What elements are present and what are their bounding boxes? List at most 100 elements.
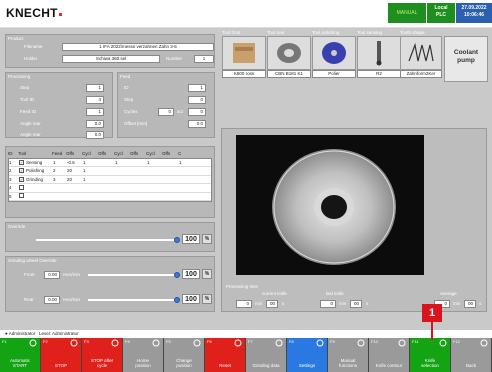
fkey-label: Back xyxy=(465,363,476,368)
control-local: Local xyxy=(434,5,448,11)
fkey-f11[interactable]: F11 Knife selection xyxy=(410,338,451,372)
fkey-number: F8 xyxy=(289,339,294,344)
rear-label: Rear xyxy=(24,297,34,302)
fkey-f8[interactable]: F8 Settings xyxy=(287,338,328,372)
tool-polishing[interactable]: Tool polishing Polier xyxy=(312,30,356,78)
fkey-number: F9 xyxy=(330,339,335,344)
tool-table-row[interactable]: 5 xyxy=(9,193,211,201)
tool-sensing[interactable]: Tool sensing R2 xyxy=(357,30,401,78)
fkey-icon xyxy=(193,339,201,347)
feed-panel: Feed ID 1 Step 0 Cycles 0 act 0 Offset [… xyxy=(117,72,215,138)
tool-table-cell[interactable]: 2 xyxy=(53,168,67,173)
holder-field[interactable]: Schiwa 360.sel xyxy=(62,55,160,63)
tool-enabled-checkbox[interactable] xyxy=(19,184,24,190)
override-track[interactable] xyxy=(36,239,176,241)
processing-time-title: Processing time xyxy=(226,284,259,289)
act-field[interactable]: 0 xyxy=(188,108,206,116)
current-s-field: 00 xyxy=(266,300,278,308)
tool-name: Grinding xyxy=(26,176,44,182)
rear-knob[interactable] xyxy=(174,297,180,303)
offset-field[interactable]: 0.0 xyxy=(188,120,206,128)
angle-rear-field[interactable]: 0.0 xyxy=(86,120,104,128)
last-s-field: 00 xyxy=(350,300,362,308)
tool-table-row[interactable]: 3 ✓ Grinding 3 20 1 xyxy=(9,176,211,184)
tool-enabled-checkbox[interactable]: ✓ xyxy=(19,168,24,174)
last-knife-label: last knife xyxy=(326,291,344,296)
fkey-f5[interactable]: F5 Change position xyxy=(164,338,205,372)
tool-table-cell[interactable]: 20 xyxy=(67,177,83,182)
fkey-f10[interactable]: F10 Knife contour xyxy=(369,338,410,372)
step-field[interactable]: 1 xyxy=(86,84,104,92)
rear-speed-field: 0.00 xyxy=(44,296,60,304)
angle-rear2-field[interactable]: 0.0 xyxy=(86,131,104,139)
fkey-f9[interactable]: F9 Manual functions xyxy=(328,338,369,372)
fkey-label: Settings xyxy=(298,363,316,368)
feed-step-field[interactable]: 0 xyxy=(188,96,206,104)
tool-table-id: 5 xyxy=(9,193,12,199)
rear-track[interactable] xyxy=(88,299,178,301)
coolant-pump-button[interactable]: Coolant pump xyxy=(444,36,488,82)
tool-table-cell[interactable]: 1 xyxy=(147,160,163,165)
tool-table-cell[interactable]: 20 xyxy=(67,168,83,173)
tool-table-header-cell: Offs xyxy=(98,150,107,156)
tool-table-cell[interactable]: 1 xyxy=(83,168,99,173)
tool-enabled-checkbox[interactable] xyxy=(19,193,24,199)
act-label: act xyxy=(177,109,184,114)
tool-table-cell[interactable]: 1 xyxy=(83,160,99,165)
fkey-f6[interactable]: F6 Reset xyxy=(205,338,246,372)
callout-line xyxy=(431,322,433,340)
fkey-icon xyxy=(275,339,283,347)
avg-min-unit: min xyxy=(453,301,461,306)
filename-field[interactable]: 1 IFA 2022\messe verzahnen Zahn 3-5 xyxy=(62,43,214,51)
tooth-shape[interactable]: Tooth shape Zahnform2Ker xyxy=(400,30,442,78)
front-value[interactable]: 100 xyxy=(182,269,200,279)
tool-enabled-checkbox[interactable]: ✓ xyxy=(19,159,24,165)
tool-table-cell[interactable]: 1 xyxy=(53,160,67,165)
fkey-icon xyxy=(357,339,365,347)
product-panel: Product Filename 1 IFA 2022\messe verzah… xyxy=(5,34,215,68)
feed-id-label: ID xyxy=(124,85,129,90)
tool-table-row[interactable]: 4 xyxy=(9,184,211,193)
fkey-f3[interactable]: F3 STOP after cycle xyxy=(82,338,123,372)
tool-enabled-checkbox[interactable]: ✓ xyxy=(19,176,24,182)
tooth-shape-image xyxy=(400,36,442,70)
tool-table-row[interactable]: 1 ✓ Sensing 1 -0.6 1 1 1 1 xyxy=(9,159,211,167)
user-icon: ● xyxy=(5,331,8,336)
fkey-f12[interactable]: F12 Back xyxy=(451,338,492,372)
override-value[interactable]: 100 xyxy=(182,234,200,244)
fkey-number: F10 xyxy=(371,339,378,344)
fkey-f7[interactable]: F7 Grinding data xyxy=(246,338,287,372)
front-knob[interactable] xyxy=(174,272,180,278)
tool-rear[interactable]: Tool rear CBN B181 K1 xyxy=(267,30,311,78)
processing-panel: Processing Step 1 Tool ID 4 Feed ID 1 An… xyxy=(5,72,113,139)
fkey-f2[interactable]: F2 STOP xyxy=(41,338,82,372)
feed-id-field[interactable]: 1 xyxy=(188,84,206,92)
fkey-icon xyxy=(111,339,119,347)
tool-table-header-cell: Offs xyxy=(130,150,139,156)
rear-value[interactable]: 100 xyxy=(182,294,200,304)
tool-table-body: 1 ✓ Sensing 1 -0.6 1 1 1 1 2 ✓ Polishing 2 20 1 3 ✓ Grind… xyxy=(8,157,212,202)
tool-table-cell[interactable]: 1 xyxy=(115,160,131,165)
tool-table-cell[interactable]: -0.6 xyxy=(67,160,83,165)
rear-unit: % xyxy=(202,294,212,304)
tool-table-header-cell: Offs xyxy=(162,150,171,156)
tool-table-cell[interactable]: 1 xyxy=(179,160,189,165)
tool-table-cell[interactable]: 1 xyxy=(83,177,99,182)
number-field[interactable]: 1 xyxy=(194,55,214,63)
tool-polishing-image xyxy=(312,36,356,70)
feedid-field[interactable]: 1 xyxy=(86,108,104,116)
fkey-number: F7 xyxy=(248,339,253,344)
tool-table-header-cell: C xyxy=(178,150,182,156)
cycles-field[interactable]: 0 xyxy=(158,108,174,116)
toolid-field[interactable]: 4 xyxy=(86,96,104,104)
front-track[interactable] xyxy=(88,274,178,276)
tool-table-cell[interactable]: 3 xyxy=(53,177,67,182)
fkey-f4[interactable]: F4 Home position xyxy=(123,338,164,372)
tool-table-row[interactable]: 2 ✓ Polishing 2 20 1 xyxy=(9,167,211,176)
tool-sensing-caption: R2 xyxy=(357,70,401,78)
tool-table-tool-cell xyxy=(19,184,53,191)
override-knob[interactable] xyxy=(174,237,180,243)
tool-table-tool-cell: ✓ Grinding xyxy=(19,176,53,182)
fkey-f1[interactable]: F1 Automatic START xyxy=(0,338,41,372)
tool-front[interactable]: Tool front K800 ross xyxy=(222,30,266,78)
